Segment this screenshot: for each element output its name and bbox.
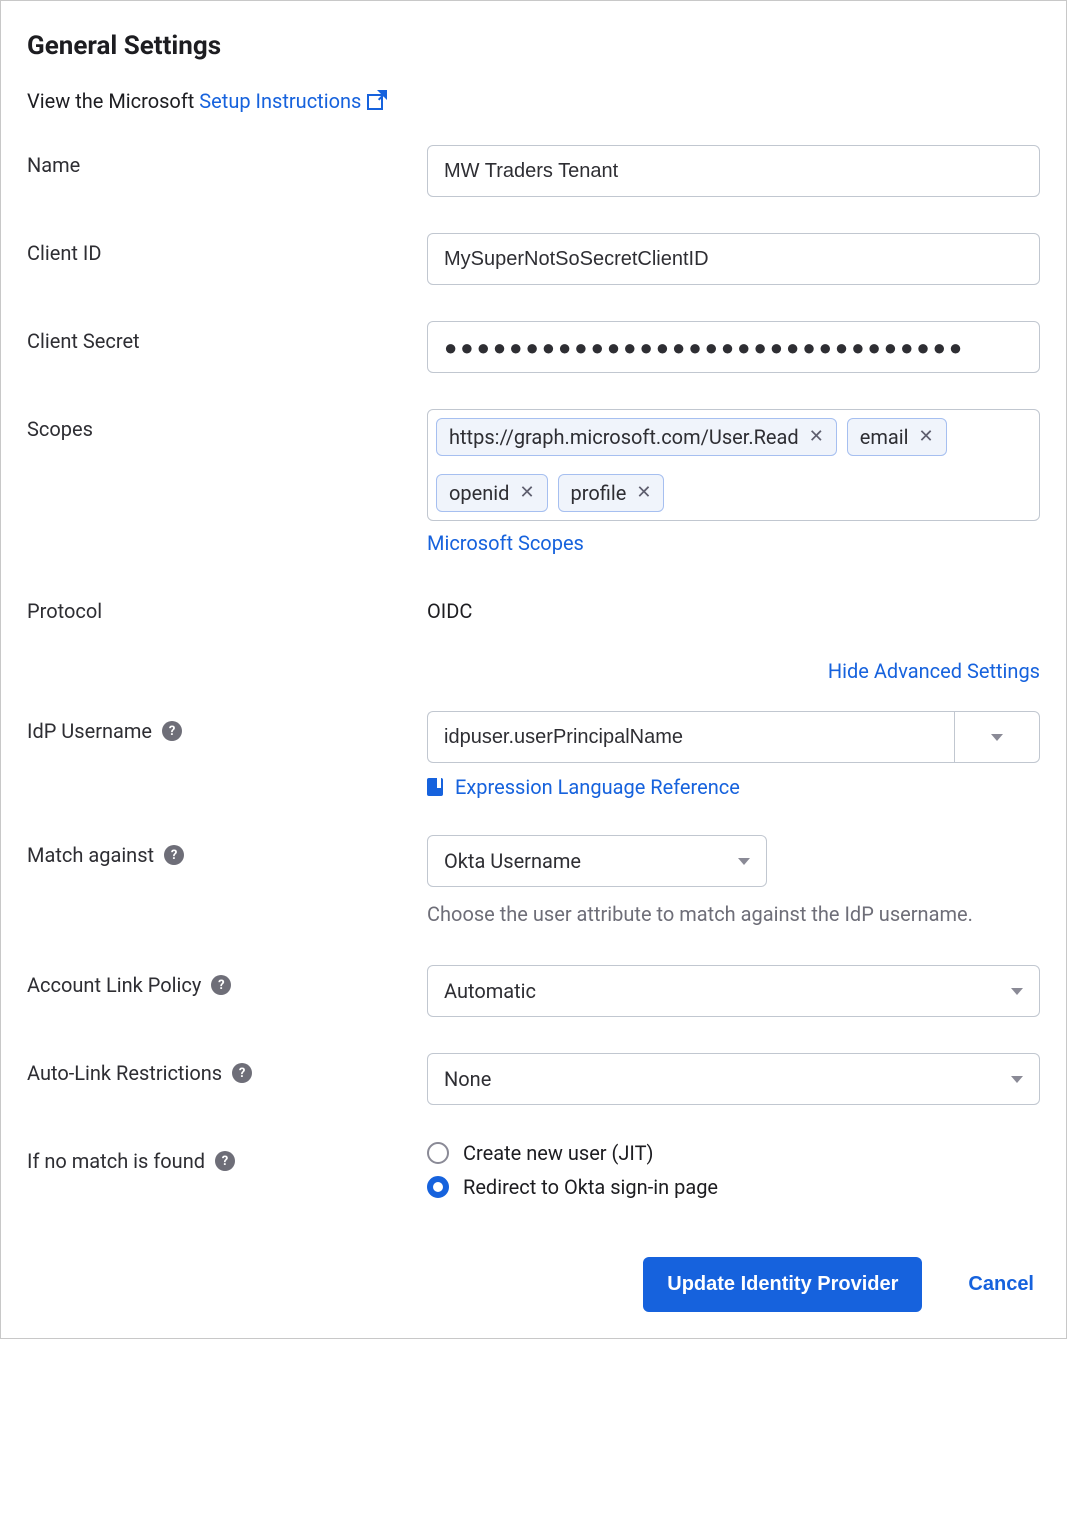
help-icon[interactable]: ? xyxy=(162,721,182,741)
scopes-input[interactable]: https://graph.microsoft.com/User.Read ✕ … xyxy=(427,409,1040,521)
help-icon[interactable]: ? xyxy=(232,1063,252,1083)
scope-tag[interactable]: openid ✕ xyxy=(436,474,548,512)
scope-tag[interactable]: email ✕ xyxy=(847,418,947,456)
account-link-policy-label: Account Link Policy xyxy=(27,973,201,997)
intro-line: View the Microsoft Setup Instructions xyxy=(27,89,1040,113)
scope-tag-label: profile xyxy=(571,481,627,505)
client-secret-label: Client Secret xyxy=(27,321,427,353)
expression-language-reference-link[interactable]: Expression Language Reference xyxy=(455,775,740,799)
scope-tag-label: email xyxy=(860,425,909,449)
cancel-button[interactable]: Cancel xyxy=(962,1272,1040,1297)
idp-username-combo[interactable] xyxy=(427,711,1040,763)
idp-username-dropdown-button[interactable] xyxy=(954,711,1040,763)
client-id-label: Client ID xyxy=(27,233,427,265)
chevron-down-icon xyxy=(991,734,1003,741)
scope-tag-label: https://graph.microsoft.com/User.Read xyxy=(449,425,799,449)
match-against-select[interactable]: Okta Username xyxy=(427,835,767,887)
no-match-option-redirect[interactable]: Redirect to Okta sign-in page xyxy=(427,1175,1040,1199)
page-title: General Settings xyxy=(27,31,1040,61)
auto-link-restrictions-label: Auto-Link Restrictions xyxy=(27,1061,222,1085)
help-icon[interactable]: ? xyxy=(164,845,184,865)
hide-advanced-settings-link[interactable]: Hide Advanced Settings xyxy=(828,659,1040,683)
close-icon[interactable]: ✕ xyxy=(919,428,934,446)
auto-link-restrictions-select[interactable]: None xyxy=(427,1053,1040,1105)
scopes-label: Scopes xyxy=(27,409,427,441)
no-match-option-jit-label: Create new user (JIT) xyxy=(463,1141,653,1165)
close-icon[interactable]: ✕ xyxy=(809,428,824,446)
general-settings-panel: General Settings View the Microsoft Setu… xyxy=(0,0,1067,1339)
chevron-down-icon xyxy=(1011,988,1023,995)
no-match-label: If no match is found xyxy=(27,1149,205,1173)
scope-tag-label: openid xyxy=(449,481,509,505)
help-icon[interactable]: ? xyxy=(211,975,231,995)
no-match-option-redirect-label: Redirect to Okta sign-in page xyxy=(463,1175,718,1199)
scope-tag[interactable]: https://graph.microsoft.com/User.Read ✕ xyxy=(436,418,837,456)
name-label: Name xyxy=(27,145,427,177)
account-link-policy-value: Automatic xyxy=(444,979,536,1003)
intro-prefix: View the Microsoft xyxy=(27,89,199,113)
protocol-label: Protocol xyxy=(27,591,427,623)
close-icon[interactable]: ✕ xyxy=(519,484,534,502)
external-link-icon xyxy=(367,94,383,110)
idp-username-label: IdP Username xyxy=(27,719,152,743)
auto-link-restrictions-value: None xyxy=(444,1067,491,1091)
match-against-label: Match against xyxy=(27,843,154,867)
setup-instructions-link[interactable]: Setup Instructions xyxy=(199,89,383,113)
idp-username-input[interactable] xyxy=(427,711,954,763)
close-icon[interactable]: ✕ xyxy=(636,484,651,502)
chevron-down-icon xyxy=(738,858,750,865)
match-against-value: Okta Username xyxy=(444,849,581,873)
chevron-down-icon xyxy=(1011,1076,1023,1083)
radio-icon[interactable] xyxy=(427,1142,449,1164)
protocol-value: OIDC xyxy=(427,591,1040,623)
client-secret-input[interactable]: ●●●●●●●●●●●●●●●●●●●●●●●●●●●●●●●● xyxy=(427,321,1040,373)
microsoft-scopes-link[interactable]: Microsoft Scopes xyxy=(427,531,584,555)
name-input[interactable] xyxy=(427,145,1040,197)
account-link-policy-select[interactable]: Automatic xyxy=(427,965,1040,1017)
match-against-helper: Choose the user attribute to match again… xyxy=(427,899,1040,929)
scope-tag[interactable]: profile ✕ xyxy=(558,474,665,512)
book-icon xyxy=(427,778,443,796)
update-identity-provider-button[interactable]: Update Identity Provider xyxy=(643,1257,922,1312)
client-id-input[interactable] xyxy=(427,233,1040,285)
radio-icon[interactable] xyxy=(427,1176,449,1198)
no-match-option-jit[interactable]: Create new user (JIT) xyxy=(427,1141,1040,1165)
help-icon[interactable]: ? xyxy=(215,1151,235,1171)
